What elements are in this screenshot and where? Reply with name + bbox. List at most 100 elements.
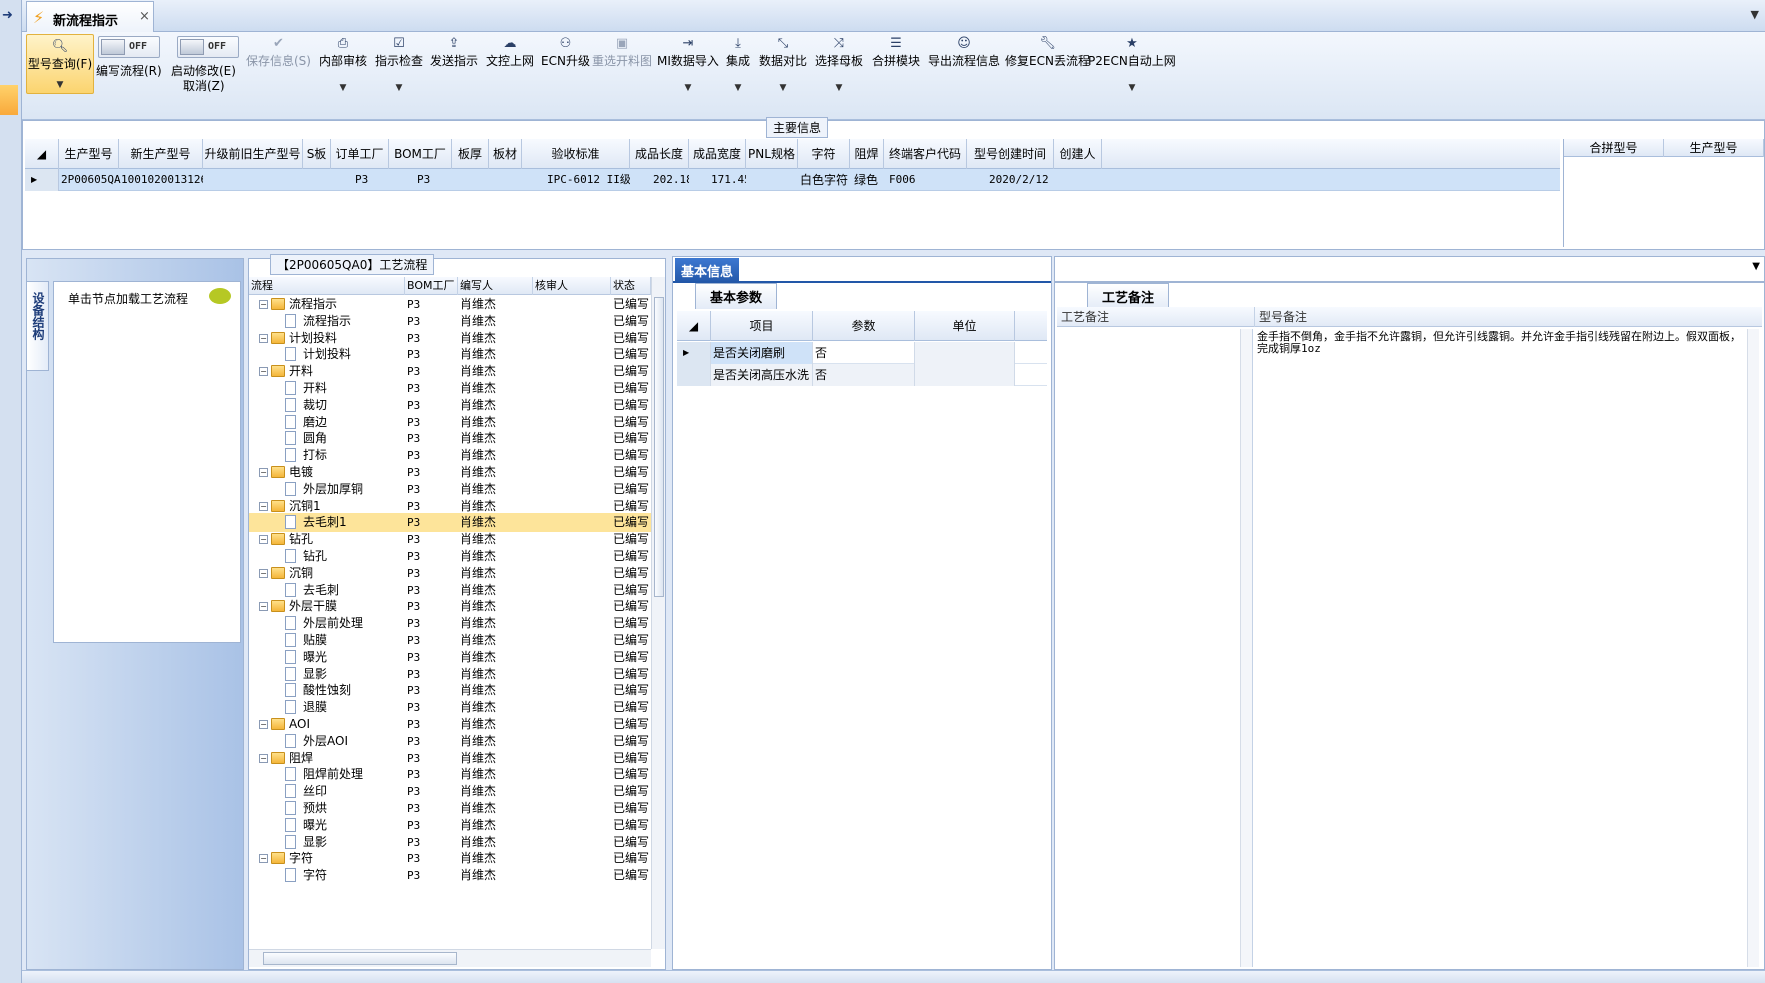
collapse-icon[interactable]: − <box>259 468 268 477</box>
model-query-button[interactable]: 🔍︎ 型号查询(F) ▼ <box>26 34 94 94</box>
dock-highlight[interactable] <box>0 85 18 115</box>
p2ecn-auto-button[interactable]: ★ P2ECN自动上网 ▼ <box>1088 36 1176 93</box>
instruction-check-button[interactable]: ☑ 指示检查 ▼ <box>375 36 423 93</box>
cell-material[interactable] <box>491 169 522 191</box>
column-header[interactable]: 状态 <box>611 277 651 295</box>
table-row[interactable]: ▶ 2P00605QA0 10010200131264 P3 P3 IPC-60… <box>25 169 1560 191</box>
column-header[interactable]: S板 <box>303 139 331 169</box>
data-compare-button[interactable]: ⤡ 数据对比 ▼ <box>759 36 807 93</box>
collapse-icon[interactable]: − <box>259 535 268 545</box>
column-header[interactable]: 创建人 <box>1054 139 1102 169</box>
save-info-button[interactable]: ✔ 保存信息(S) <box>246 36 311 69</box>
node-list[interactable]: 单击节点加载工艺流程 <box>53 281 241 643</box>
column-header[interactable]: 订单工厂 <box>331 139 389 169</box>
cell-pnl[interactable] <box>748 169 798 191</box>
param-item[interactable]: 是否关闭高压水洗 <box>711 364 813 386</box>
param-value[interactable]: 否 <box>813 364 915 386</box>
column-header[interactable]: 编写人 <box>458 277 533 295</box>
cell-legend[interactable]: 白色字符 <box>800 169 850 191</box>
column-header[interactable]: 新生产型号 <box>119 139 203 169</box>
cell-created[interactable]: 2020/2/12 <box>989 169 1054 191</box>
cell-length[interactable]: 202.180 <box>653 169 689 191</box>
merge-module-button[interactable]: ☰ 合拼模块 <box>872 36 920 69</box>
cell-order-factory[interactable]: P3 <box>355 169 389 191</box>
vertical-scrollbar[interactable] <box>1240 329 1252 967</box>
column-header[interactable]: 流程 <box>249 277 405 295</box>
column-header[interactable]: 项目 <box>711 311 813 341</box>
column-header[interactable]: PNL规格 <box>746 139 798 169</box>
column-header[interactable]: BOM工厂 <box>389 139 452 169</box>
collapse-icon[interactable]: − <box>259 367 268 377</box>
fix-ecn-button[interactable]: 🔧︎ 修复ECN丢流程 <box>1005 36 1090 69</box>
collapse-icon[interactable]: − <box>259 501 268 511</box>
cell-new-model[interactable]: 10010200131264 <box>121 169 203 191</box>
column-header[interactable]: BOM工厂 <box>405 277 458 295</box>
column-header[interactable]: 字符 <box>798 139 850 169</box>
panel-dropdown-icon[interactable]: ▼ <box>1752 261 1760 272</box>
column-header[interactable]: 验收标准 <box>522 139 630 169</box>
process-remark-field[interactable] <box>1057 329 1253 967</box>
collapse-icon[interactable]: − <box>259 720 268 729</box>
collapse-icon[interactable]: − <box>259 300 268 309</box>
model-remark-field[interactable]: 金手指不倒角，金手指不允许露铜，但允许引线露铜。并允许金手指引线残留在附边上。假… <box>1255 329 1745 967</box>
collapse-icon[interactable]: − <box>259 333 268 343</box>
param-unit[interactable] <box>915 342 1015 364</box>
column-header[interactable]: 合拼型号 <box>1564 139 1664 157</box>
cell-model[interactable]: 2P00605QA0 <box>61 169 121 191</box>
column-header[interactable]: 生产型号 <box>1664 139 1764 157</box>
upload-doc-button[interactable]: ☁ 文控上网 <box>486 36 534 69</box>
cell-solder-mask[interactable]: 绿色 <box>854 169 884 191</box>
tab-basic-params[interactable]: 基本参数 <box>695 283 778 309</box>
integrate-button[interactable]: ⤓ 集成 ▼ <box>726 36 750 93</box>
exit-icon[interactable]: ➜ <box>2 8 18 24</box>
column-header[interactable]: 阻焊 <box>850 139 884 169</box>
cell-thickness[interactable] <box>454 169 489 191</box>
column-header[interactable]: 型号创建时间 <box>967 139 1054 169</box>
cell-old-model[interactable] <box>205 169 303 191</box>
select-mother-button[interactable]: ⤨ 选择母板 ▼ <box>815 36 863 93</box>
tab-new-flow-instruction[interactable]: ⚡ 新流程指示 × <box>26 1 154 32</box>
internal-review-button[interactable]: ⎙ 内部审核 ▼ <box>319 36 367 93</box>
mi-import-button[interactable]: ⇥ MI数据导入 ▼ <box>657 36 719 93</box>
tree-node-row[interactable]: 字符 P3 肖维杰 已编写 <box>249 866 651 885</box>
cell-bom-factory[interactable]: P3 <box>417 169 452 191</box>
param-item[interactable]: 是否关闭磨刷 <box>711 342 813 364</box>
scroll-thumb[interactable] <box>263 952 457 965</box>
column-header[interactable]: 参数 <box>813 311 915 341</box>
ecn-upgrade-button[interactable]: ⚇ ECN升级 <box>541 36 590 69</box>
collapse-icon[interactable]: − <box>259 568 268 578</box>
send-instruction-button[interactable]: ⇪ 发送指示 <box>430 36 478 69</box>
cancel-button[interactable]: 取消(Z) <box>183 77 225 94</box>
cell-standard[interactable]: IPC-6012 II级 <box>547 169 630 191</box>
write-flow-toggle[interactable]: OFF <box>98 36 160 58</box>
column-header[interactable]: 生产型号 <box>59 139 119 169</box>
cell-s-board[interactable] <box>305 169 331 191</box>
cell-width[interactable]: 171.450 <box>711 169 746 191</box>
column-header[interactable]: 板厚 <box>452 139 489 169</box>
cell-customer-code[interactable]: F006 <box>889 169 967 191</box>
column-header[interactable]: 终端客户代码 <box>884 139 967 169</box>
param-unit[interactable] <box>915 364 1015 386</box>
auto-modify-toggle[interactable]: OFF <box>177 36 239 58</box>
cell-creator[interactable] <box>1056 169 1102 191</box>
collapse-icon[interactable]: − <box>259 854 268 864</box>
reselect-layout-button[interactable]: ▣ 重选开料图 <box>592 36 652 69</box>
vertical-scrollbar[interactable] <box>1747 329 1759 967</box>
column-header[interactable]: 升级前旧生产型号 <box>203 139 303 169</box>
column-header[interactable]: 板材 <box>489 139 522 169</box>
tab-basic-info[interactable]: 基本信息 <box>675 258 740 283</box>
scroll-thumb[interactable] <box>654 297 664 597</box>
collapse-icon[interactable]: − <box>259 602 268 612</box>
vertical-scrollbar[interactable] <box>651 277 665 949</box>
horizontal-scrollbar[interactable] <box>249 949 651 967</box>
param-value[interactable]: 否 <box>813 342 915 364</box>
column-header[interactable]: 成品宽度 <box>689 139 746 169</box>
export-flow-button[interactable]: ☺ 导出流程信息 <box>928 36 1000 69</box>
tab-dropdown-icon[interactable]: ▼ <box>1751 8 1759 21</box>
close-icon[interactable]: × <box>139 9 150 24</box>
table-row[interactable]: 是否关闭高压水洗 否 <box>677 364 1047 386</box>
column-header[interactable]: 核审人 <box>533 277 611 295</box>
column-header[interactable]: 单位 <box>915 311 1015 341</box>
collapse-icon[interactable]: − <box>259 753 268 763</box>
tab-process-remarks[interactable]: 工艺备注 <box>1087 283 1170 309</box>
